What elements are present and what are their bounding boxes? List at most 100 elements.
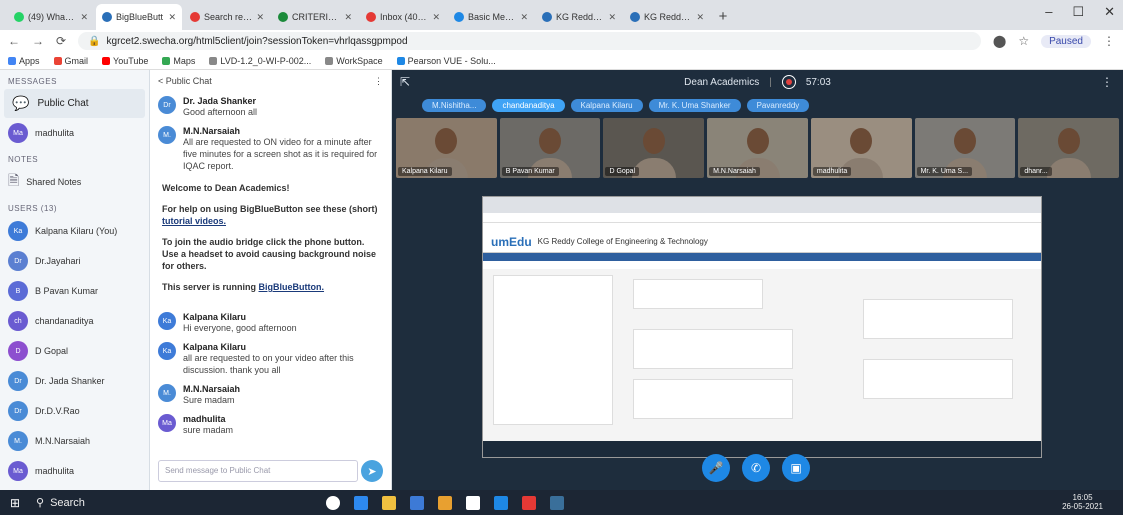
- talker-pill[interactable]: chandanaditya: [492, 98, 565, 112]
- talker-pill[interactable]: Pavanreddy: [746, 98, 810, 112]
- forward-icon[interactable]: →: [32, 34, 44, 48]
- webcam-tile[interactable]: madhulita: [810, 118, 912, 178]
- phone-button[interactable]: ✆: [742, 454, 770, 482]
- shared-card: [863, 359, 1013, 399]
- users-section-title: USERS (13): [8, 204, 58, 213]
- chat-message-sender: Dr. Jada Shanker: [183, 96, 257, 106]
- word-icon[interactable]: [466, 495, 480, 510]
- chrome-icon[interactable]: [522, 495, 536, 510]
- user-list-item[interactable]: ch chandanaditya: [0, 306, 149, 336]
- close-icon[interactable]: ✕: [168, 12, 176, 23]
- dropbox-icon[interactable]: [494, 495, 508, 510]
- app-icon[interactable]: [550, 495, 564, 510]
- options-icon[interactable]: ⋮: [1101, 75, 1113, 89]
- profile-button[interactable]: Paused: [1041, 34, 1091, 48]
- edge-icon[interactable]: [410, 495, 424, 510]
- webcam-tile[interactable]: Mr. K. Uma S...: [914, 118, 1016, 178]
- chat-message: Ka Kalpana Kilaru all are requested to on …: [150, 338, 391, 380]
- bookmark-item[interactable]: Pearson VUE - Solu...: [396, 56, 496, 66]
- bookmark-star-icon[interactable]: ☆: [1018, 34, 1029, 48]
- url-field[interactable]: 🔒 kgrcet2.swecha.org/html5client/join?se…: [78, 32, 981, 50]
- toggle-userlist-icon[interactable]: ⇱: [400, 75, 410, 89]
- webcam-tile[interactable]: Kalpana Kilaru: [396, 118, 497, 178]
- bookmark-item[interactable]: YouTube: [102, 56, 148, 66]
- cortana-icon[interactable]: [326, 495, 340, 510]
- user-list-item[interactable]: M. M.N.Narsaiah: [0, 426, 149, 456]
- user-name: Dr.D.V.Rao: [35, 406, 80, 416]
- bookmark-item[interactable]: WorkSpace: [325, 56, 383, 66]
- browser-tab[interactable]: Basic Mechanics ✕: [448, 4, 534, 30]
- talker-pill[interactable]: Mr. K. Uma Shanker: [648, 98, 741, 112]
- bigbluebutton-link[interactable]: BigBlueButton.: [259, 282, 325, 292]
- browser-tab[interactable]: BigBlueButt ✕: [96, 4, 182, 30]
- user-list-item[interactable]: B B Pavan Kumar: [0, 276, 149, 306]
- webcam-tile[interactable]: M.N.Narsaiah: [707, 118, 808, 178]
- recording-indicator[interactable]: [781, 75, 796, 89]
- store-icon[interactable]: [438, 495, 452, 510]
- talker-pill[interactable]: M.Nishitha...: [422, 98, 487, 112]
- user-list-item[interactable]: Dr Dr.D.V.Rao: [0, 396, 149, 426]
- bookmark-item[interactable]: Maps: [162, 56, 195, 66]
- close-icon[interactable]: ✕: [432, 12, 440, 23]
- chat-message-input[interactable]: Send message to Public Chat: [158, 460, 358, 482]
- close-icon[interactable]: ✕: [1104, 4, 1115, 20]
- browser-tab[interactable]: (49) WhatsApp ✕: [8, 4, 94, 30]
- send-message-button[interactable]: ➤: [361, 460, 383, 482]
- private-chat-item[interactable]: Ma madhulita: [0, 118, 149, 148]
- windows-start-icon[interactable]: ⊞: [0, 496, 30, 510]
- webcam-tile[interactable]: B Pavan Kumar: [499, 118, 601, 178]
- tutorial-videos-link[interactable]: tutorial videos.: [162, 216, 226, 226]
- user-list-item[interactable]: Ka Kalpana Kilaru (You): [0, 216, 149, 246]
- shared-notes-item[interactable]: 🗎 Shared Notes: [0, 167, 149, 197]
- chat-options-icon[interactable]: ⋮: [374, 76, 383, 87]
- webcam-tile[interactable]: D Gopal: [603, 118, 705, 178]
- new-tab-button[interactable]: +: [712, 5, 734, 27]
- talker-pill[interactable]: Kalpana Kilaru: [570, 98, 643, 112]
- maximize-icon[interactable]: ☐: [1072, 4, 1084, 20]
- user-list-item[interactable]: Ma madhulita: [0, 456, 149, 486]
- reload-icon[interactable]: ⟳: [56, 34, 66, 48]
- close-icon[interactable]: ✕: [344, 12, 352, 23]
- close-icon[interactable]: ✕: [696, 12, 704, 23]
- browser-tab[interactable]: KG Reddy Colleg ✕: [624, 4, 710, 30]
- bookmark-item[interactable]: Gmail: [53, 56, 88, 66]
- browser-tab[interactable]: CRITERION III✕: [272, 4, 358, 30]
- bookmark-item[interactable]: LVD-1.2_0-WI-P-002...: [209, 56, 311, 66]
- hide-chat-button[interactable]: < Public Chat: [158, 76, 212, 86]
- public-chat-item[interactable]: 💬 Public Chat: [4, 89, 145, 118]
- bookmark-item[interactable]: Apps: [8, 56, 40, 66]
- browser-tab[interactable]: KG Reddy Colleg ✕: [536, 4, 622, 30]
- audio-button[interactable]: 🎤: [702, 454, 730, 482]
- user-list-item[interactable]: Dr Dr. Jada Shanker: [0, 366, 149, 396]
- messages-section-title: MESSAGES: [8, 77, 57, 86]
- minimize-icon[interactable]: –: [1045, 4, 1052, 20]
- system-clock[interactable]: 16:05 26-05-2021: [1062, 493, 1103, 511]
- meeting-top-bar: ⇱ Dean Academics | 57:03 ⋮: [392, 70, 1123, 94]
- tab-favicon: [366, 12, 376, 22]
- close-icon[interactable]: ✕: [256, 12, 264, 23]
- chat-message-content: madhulita sure madam: [183, 414, 233, 436]
- tab-title: CRITERION III: [292, 12, 341, 22]
- help-text: For help on using BigBlueButton see thes…: [162, 204, 378, 214]
- tab-favicon: [542, 12, 552, 22]
- close-icon[interactable]: ✕: [520, 12, 528, 23]
- browser-tab[interactable]: Inbox (400) - kri ✕: [360, 4, 446, 30]
- task-view-icon[interactable]: [354, 495, 368, 510]
- user-list-item[interactable]: D D Gopal: [0, 336, 149, 366]
- taskbar-search[interactable]: ⚲ Search: [30, 490, 126, 515]
- menu-icon[interactable]: ⋮: [1103, 34, 1115, 48]
- webcam-name: Kalpana Kilaru: [398, 167, 452, 176]
- tab-favicon: [630, 12, 640, 22]
- browser-tab[interactable]: Search results✕: [184, 4, 270, 30]
- close-icon[interactable]: ✕: [608, 12, 616, 23]
- user-list-item[interactable]: Dr Dr.Jayahari: [0, 246, 149, 276]
- chat-message-content: M.N.Narsaiah All are requested to ON vide…: [183, 126, 383, 172]
- back-icon[interactable]: ←: [8, 34, 20, 48]
- webcam-tile[interactable]: dhanr...: [1018, 118, 1120, 178]
- file-explorer-icon[interactable]: [382, 495, 396, 510]
- video-button[interactable]: ▣: [782, 454, 810, 482]
- chat-message-sender: M.N.Narsaiah: [183, 126, 241, 136]
- tab-favicon: [278, 12, 288, 22]
- close-icon[interactable]: ✕: [80, 12, 88, 23]
- extensions-icon[interactable]: ⬤: [993, 34, 1006, 48]
